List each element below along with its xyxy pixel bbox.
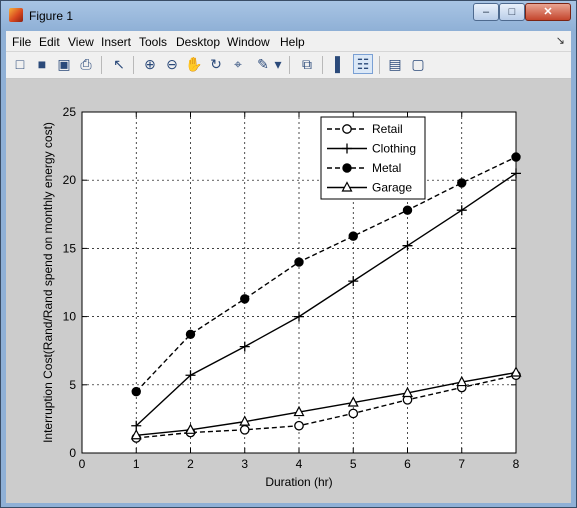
data-point-metal: [348, 231, 358, 241]
close-button[interactable]: ✕: [525, 3, 571, 21]
matlab-logo-icon: [9, 8, 23, 22]
menu-insert[interactable]: Insert: [101, 35, 131, 49]
open-file-icon[interactable]: ■: [33, 55, 51, 73]
y-axis-label: Interruption Cost(Rand/Rand spend on mon…: [41, 122, 55, 443]
figure-window: Figure 1 – □ ✕ File Edit View Insert Too…: [0, 0, 577, 508]
new-figure-icon[interactable]: □: [11, 55, 29, 73]
y-tick-label: 20: [63, 173, 77, 187]
zoom-in-icon[interactable]: ⊕: [141, 55, 159, 73]
legend-label-retail: Retail: [372, 122, 403, 136]
figure-toolbar: □ ■ ▣ ⎙ ↖ ⊕ ⊖ ✋ ↻ ⌖ ✎ ▾ ⧉ ▌ ☷ ▤ ▢: [6, 52, 571, 79]
data-cursor-icon[interactable]: ⌖: [229, 55, 247, 73]
legend: Retail Clothing Metal Garage: [320, 116, 426, 200]
toolbar-separator: [289, 56, 290, 74]
y-tick-label: 0: [69, 446, 76, 460]
x-tick-label: 8: [513, 457, 520, 471]
save-icon[interactable]: ▣: [55, 55, 73, 73]
menu-bar: File Edit View Insert Tools Desktop Wind…: [6, 31, 571, 52]
data-point-metal: [294, 257, 304, 267]
x-tick-label: 2: [187, 457, 194, 471]
toolbar-separator: [101, 56, 102, 74]
rotate-3d-icon[interactable]: ↻: [207, 55, 225, 73]
menu-desktop[interactable]: Desktop: [176, 35, 220, 49]
y-tick-label: 15: [63, 241, 77, 255]
x-tick-label: 4: [296, 457, 303, 471]
legend-label-garage: Garage: [372, 181, 412, 195]
window-title: Figure 1: [29, 9, 74, 23]
show-plot-tools-icon[interactable]: ▢: [409, 55, 427, 73]
data-point-retail: [348, 408, 359, 419]
edit-plot-arrow-icon[interactable]: ↖: [110, 55, 128, 73]
data-point-metal: [240, 294, 250, 304]
maximize-button[interactable]: □: [499, 3, 525, 21]
legend-label-metal: Metal: [372, 161, 401, 175]
hide-plot-tools-icon[interactable]: ▤: [386, 55, 404, 73]
line-chart: 0 1 2 3 4 5 6 7 8 0 5 10 15 20 25 Duration (hr) Interrup…: [41, 105, 522, 489]
menu-edit[interactable]: Edit: [39, 35, 60, 49]
link-plot-icon[interactable]: ⧉: [298, 55, 316, 73]
toolbar-separator: [322, 56, 323, 74]
x-axis-label: Duration (hr): [265, 475, 332, 489]
y-tick-label: 25: [63, 105, 77, 119]
menu-tools[interactable]: Tools: [139, 35, 167, 49]
data-point-metal: [131, 386, 141, 397]
toolbar-separator: [379, 56, 380, 74]
x-tick-label: 7: [458, 457, 465, 471]
x-tick-label: 6: [404, 457, 411, 471]
brush-dropdown-icon[interactable]: ▾: [272, 55, 284, 73]
data-point-retail: [294, 420, 304, 431]
data-point-retail: [239, 424, 250, 435]
insert-legend-icon[interactable]: ☷: [353, 54, 373, 74]
pan-hand-icon[interactable]: ✋: [185, 55, 203, 73]
menu-help[interactable]: Help: [280, 35, 305, 49]
menu-file[interactable]: File: [12, 35, 31, 49]
x-tick-label: 1: [133, 457, 140, 471]
x-tick-label: 0: [79, 457, 86, 471]
title-bar[interactable]: Figure 1 – □ ✕: [1, 1, 576, 31]
y-tick-label: 5: [69, 378, 76, 392]
brush-icon[interactable]: ✎: [254, 55, 272, 73]
insert-colorbar-icon[interactable]: ▌: [331, 55, 349, 73]
menu-window[interactable]: Window: [227, 35, 270, 49]
figure-canvas: 0 1 2 3 4 5 6 7 8 0 5 10 15 20 25 Duration (hr) Interrup…: [6, 79, 571, 503]
legend-marker-metal: [342, 163, 352, 173]
menu-view[interactable]: View: [68, 35, 94, 49]
x-tick-label: 5: [350, 457, 357, 471]
legend-label-clothing: Clothing: [372, 142, 416, 156]
data-point-metal: [511, 152, 521, 162]
legend-marker-retail: [342, 124, 352, 134]
minimize-button[interactable]: –: [473, 3, 499, 21]
print-icon[interactable]: ⎙: [77, 55, 95, 73]
data-point-metal: [402, 205, 413, 215]
data-point-metal: [185, 329, 196, 340]
toolbar-separator: [133, 56, 134, 74]
x-tick-label: 3: [241, 457, 248, 471]
data-point-metal: [457, 178, 467, 188]
y-tick-label: 10: [63, 310, 77, 324]
dock-arrow-icon[interactable]: ↘: [556, 34, 565, 47]
zoom-out-icon[interactable]: ⊖: [163, 55, 181, 73]
